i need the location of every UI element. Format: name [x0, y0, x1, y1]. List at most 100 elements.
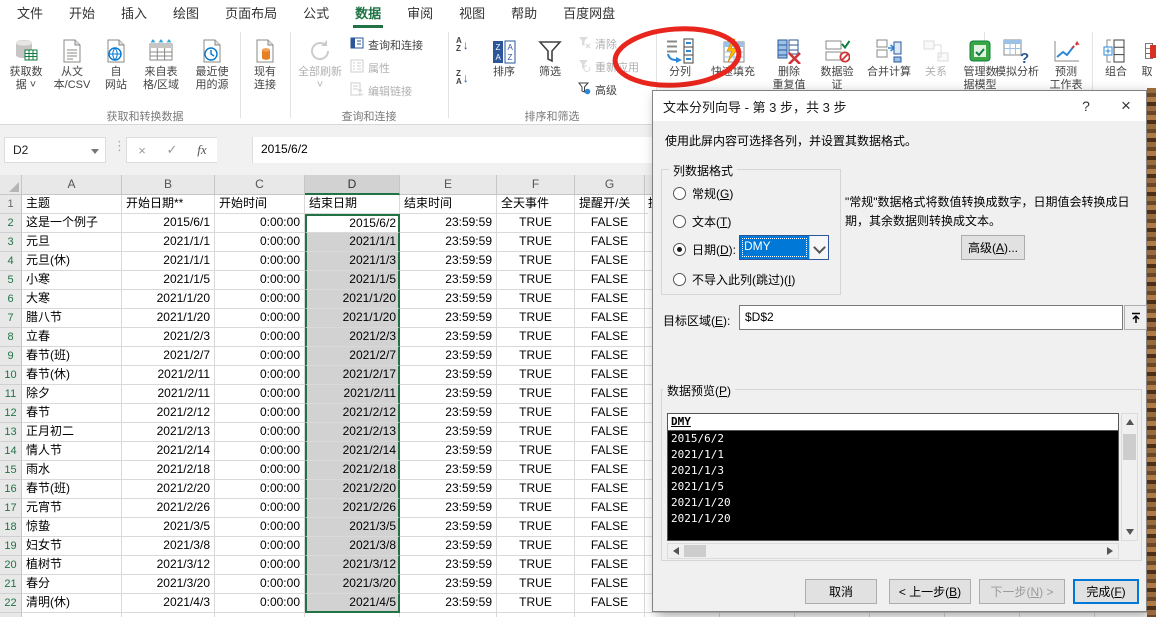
queries-connections-button[interactable]: 查询和连接: [350, 36, 423, 53]
cell[interactable]: TRUE: [497, 366, 575, 385]
cell[interactable]: 0:00:00: [215, 442, 305, 461]
cell[interactable]: 情人节: [22, 442, 122, 461]
cell[interactable]: 开始日期**: [122, 195, 215, 214]
cell[interactable]: 2021/1/3: [305, 252, 400, 271]
cell[interactable]: 2021/2/12: [305, 404, 400, 423]
cell[interactable]: 23:59:59: [400, 290, 497, 309]
cell[interactable]: FALSE: [575, 347, 645, 366]
cell[interactable]: TRUE: [497, 271, 575, 290]
cell[interactable]: 2021/2/14: [305, 442, 400, 461]
cell[interactable]: TRUE: [497, 328, 575, 347]
enter-entry-icon[interactable]: ✓: [157, 142, 187, 158]
cell[interactable]: 2021/2/18: [305, 461, 400, 480]
cell[interactable]: 妇女节: [22, 537, 122, 556]
cell[interactable]: 提醒开/关: [575, 195, 645, 214]
destination-input[interactable]: $D$2: [739, 305, 1123, 330]
row-number[interactable]: 16: [0, 480, 22, 499]
cell[interactable]: 惊蛰: [22, 518, 122, 537]
consolidate-button[interactable]: 合并计算: [862, 30, 916, 79]
remove-duplicates-button[interactable]: 删除 重复值: [766, 30, 812, 92]
radio-text[interactable]: 文本(T): [673, 213, 731, 230]
cell[interactable]: TRUE: [497, 594, 575, 613]
cell[interactable]: 春分: [22, 575, 122, 594]
cell[interactable]: 2021/2/11: [122, 366, 215, 385]
cell[interactable]: 23:59:59: [400, 442, 497, 461]
cell[interactable]: 清明(休): [22, 594, 122, 613]
cell[interactable]: FALSE: [575, 499, 645, 518]
cell[interactable]: 2015/6/1: [122, 214, 215, 233]
cell[interactable]: 0:00:00: [215, 518, 305, 537]
cell[interactable]: FALSE: [575, 575, 645, 594]
cell[interactable]: 2021/2/20: [305, 480, 400, 499]
cell[interactable]: 元旦(休): [22, 252, 122, 271]
cell[interactable]: 2021/1/20: [122, 290, 215, 309]
cell[interactable]: 2021/2/3: [305, 328, 400, 347]
cell[interactable]: FALSE: [575, 461, 645, 480]
chevron-down-icon[interactable]: [809, 236, 828, 259]
advanced-filter-button[interactable]: 高级: [578, 82, 617, 98]
cell[interactable]: 0:00:00: [215, 461, 305, 480]
cell[interactable]: 23:59:59: [400, 499, 497, 518]
what-if-analysis-button[interactable]: ? 模拟分析: [988, 30, 1046, 79]
column-header-g[interactable]: G: [575, 175, 645, 195]
row-number[interactable]: 17: [0, 499, 22, 518]
cell[interactable]: TRUE: [497, 575, 575, 594]
cell[interactable]: 0:00:00: [215, 233, 305, 252]
row-number[interactable]: 1: [0, 195, 22, 214]
cell[interactable]: FALSE: [575, 594, 645, 613]
text-to-columns-button[interactable]: 分列: [658, 30, 702, 79]
cell[interactable]: 2021/3/12: [305, 556, 400, 575]
cell[interactable]: FALSE: [575, 404, 645, 423]
cell[interactable]: 23:59:59: [400, 214, 497, 233]
cell[interactable]: 2021/1/20: [305, 290, 400, 309]
close-icon[interactable]: ×: [1106, 91, 1146, 121]
recent-sources-button[interactable]: 最近使 用的源: [188, 30, 236, 92]
cell[interactable]: 元旦: [22, 233, 122, 252]
cell[interactable]: 2021/3/20: [305, 575, 400, 594]
sort-button[interactable]: ZAAZ 排序: [482, 30, 526, 79]
scroll-left-icon[interactable]: [673, 547, 679, 555]
row-number[interactable]: 10: [0, 366, 22, 385]
from-text-csv-button[interactable]: 从文 本/CSV: [48, 30, 96, 92]
cancel-entry-icon[interactable]: ×: [127, 143, 157, 158]
radio-date[interactable]: 日期(D):: [673, 241, 736, 258]
finish-button[interactable]: 完成(F): [1073, 579, 1139, 604]
cell[interactable]: 23:59:59: [400, 252, 497, 271]
preview-horizontal-scrollbar[interactable]: [667, 543, 1119, 559]
cell[interactable]: 2021/1/5: [122, 271, 215, 290]
cell[interactable]: 结束时间: [400, 195, 497, 214]
cell[interactable]: 0:00:00: [215, 385, 305, 404]
cell[interactable]: 2021/2/11: [305, 385, 400, 404]
cell[interactable]: 0:00:00: [215, 328, 305, 347]
ribbon-tab[interactable]: 百度网盘: [550, 0, 628, 28]
name-box[interactable]: D2: [4, 137, 106, 163]
cell[interactable]: FALSE: [575, 518, 645, 537]
collapse-dialog-button[interactable]: [1124, 305, 1147, 330]
row-number[interactable]: 14: [0, 442, 22, 461]
cell[interactable]: 23:59:59: [400, 518, 497, 537]
cell[interactable]: TRUE: [497, 499, 575, 518]
row-number[interactable]: 13: [0, 423, 22, 442]
name-box-dropdown-icon[interactable]: [91, 149, 99, 154]
cell[interactable]: 大寒: [22, 290, 122, 309]
row-number[interactable]: 18: [0, 518, 22, 537]
row-number[interactable]: 4: [0, 252, 22, 271]
row-number[interactable]: 20: [0, 556, 22, 575]
cell[interactable]: 雨水: [22, 461, 122, 480]
cell[interactable]: 2021/1/1: [122, 233, 215, 252]
cell[interactable]: 23:59:59: [400, 233, 497, 252]
cell[interactable]: 0:00:00: [215, 556, 305, 575]
cell[interactable]: FALSE: [575, 252, 645, 271]
cell[interactable]: TRUE: [497, 309, 575, 328]
cell[interactable]: 2021/2/13: [122, 423, 215, 442]
cell[interactable]: 23:59:59: [400, 328, 497, 347]
row-number[interactable]: 12: [0, 404, 22, 423]
column-header-c[interactable]: C: [215, 175, 305, 195]
cell[interactable]: TRUE: [497, 347, 575, 366]
cell[interactable]: FALSE: [575, 423, 645, 442]
cell[interactable]: 开始时间: [215, 195, 305, 214]
cell[interactable]: 2021/1/5: [305, 271, 400, 290]
ribbon-tab[interactable]: 页面布局: [212, 0, 290, 28]
row-number[interactable]: 8: [0, 328, 22, 347]
cell[interactable]: 23:59:59: [400, 423, 497, 442]
